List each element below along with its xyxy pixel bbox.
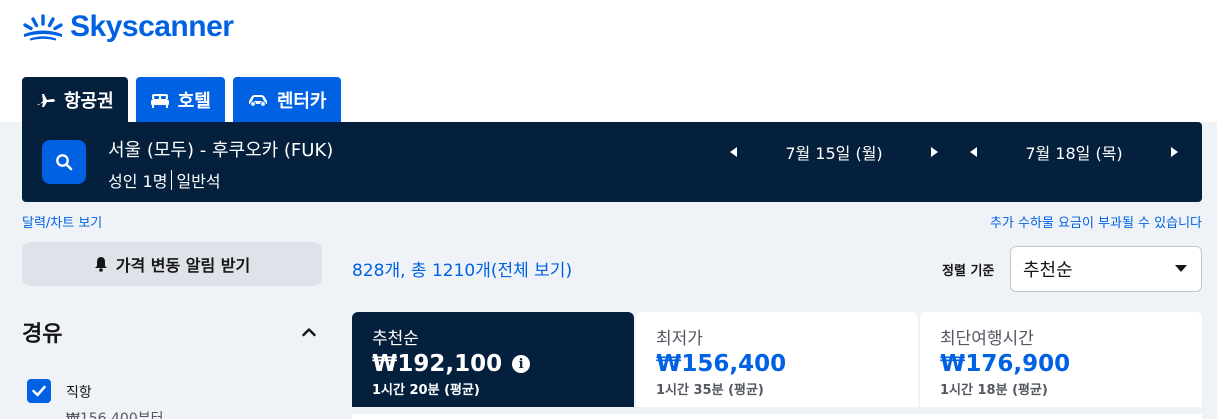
price-value: ₩176,900	[940, 351, 1071, 377]
direct-flights-label[interactable]: 직항	[66, 382, 92, 402]
return-date[interactable]: 7월 18일 (목)	[986, 140, 1162, 164]
bell-icon	[94, 257, 107, 272]
triangle-right-icon	[1171, 147, 1178, 157]
plane-icon	[37, 93, 55, 107]
next-return-date-button[interactable]	[1162, 140, 1186, 164]
price-alert-label: 가격 변동 알림 받기	[115, 256, 251, 275]
tab-label: 렌터카	[276, 90, 327, 112]
triangle-left-icon	[970, 147, 977, 157]
route-summary[interactable]: 서울 (모두) - 후쿠오카 (FUK)	[108, 136, 333, 162]
chevron-up-icon	[302, 328, 316, 337]
site-header: Skyscanner 항공권 호텔 렌터카	[0, 0, 1217, 122]
sort-selected-value: 추천순	[1023, 260, 1073, 281]
prev-return-date-button[interactable]	[962, 140, 986, 164]
divider	[171, 170, 173, 190]
info-icon[interactable]: i	[512, 355, 531, 373]
stops-filter-title: 경유	[22, 322, 63, 347]
sort-card-duration: 1시간 35분 (평균)	[656, 383, 764, 398]
vertical-tabs: 항공권 호텔 렌터카	[22, 77, 341, 122]
calendar-chart-link[interactable]: 달력/차트 보기	[22, 212, 102, 231]
car-icon	[248, 94, 267, 107]
bed-icon	[150, 93, 169, 108]
passenger-count: 성인 1명	[108, 172, 168, 191]
sort-card-duration: 1시간 20분 (평균)	[372, 383, 480, 398]
baggage-fees-link[interactable]: 추가 수하물 요금이 부과될 수 있습니다	[990, 212, 1202, 231]
tab-hotels[interactable]: 호텔	[135, 77, 225, 122]
next-depart-date-button[interactable]	[922, 140, 946, 164]
sort-card-cheapest[interactable]: 최저가 ₩156,400 1시간 35분 (평균)	[636, 312, 918, 407]
sort-card-price: ₩176,900	[940, 351, 1182, 377]
return-date-nav: 7월 18일 (목)	[962, 140, 1186, 164]
tab-flights[interactable]: 항공권	[22, 77, 128, 122]
collapse-stops-filter-button[interactable]	[302, 322, 316, 341]
tab-car-hire[interactable]: 렌터카	[232, 77, 341, 122]
sort-label: 정렬 기준	[942, 264, 995, 279]
skyscanner-logo[interactable]: Skyscanner	[22, 10, 234, 44]
sort-card-label: 추천순	[372, 329, 419, 349]
sort-card-price: ₩192,100 i	[372, 351, 614, 377]
price-value: ₩192,100	[372, 351, 503, 377]
sort-card-label: 최저가	[656, 329, 703, 349]
sort-card-price: ₩156,400	[656, 351, 898, 377]
prev-depart-date-button[interactable]	[722, 140, 746, 164]
cabin-class: 일반석	[176, 172, 221, 191]
direct-flights-checkbox[interactable]	[27, 379, 51, 403]
triangle-left-icon	[730, 147, 737, 157]
price-alert-button[interactable]: 가격 변동 알림 받기	[22, 242, 322, 286]
tab-label: 호텔	[177, 90, 211, 112]
results-page: 서울 (모두) - 후쿠오카 (FUK) 성인 1명 일반석 7월 15일 (월…	[0, 122, 1217, 419]
chevron-down-icon	[1175, 265, 1187, 272]
search-summary-bar: 서울 (모두) - 후쿠오카 (FUK) 성인 1명 일반석 7월 15일 (월…	[22, 122, 1202, 202]
sort-card-label: 최단여행시간	[940, 329, 1034, 349]
tab-label: 항공권	[64, 90, 114, 112]
price-value: ₩156,400	[656, 351, 787, 377]
sort-card-best[interactable]: 추천순 ₩192,100 i 1시간 20분 (평균)	[352, 312, 634, 407]
sort-card-fastest[interactable]: 최단여행시간 ₩176,900 1시간 18분 (평균)	[920, 312, 1202, 407]
checkmark-icon	[32, 385, 46, 397]
sort-card-duration: 1시간 18분 (평균)	[940, 383, 1048, 398]
results-count-link[interactable]: 828개, 총 1210개(전체 보기)	[352, 256, 572, 281]
brand-name: Skyscanner	[70, 10, 234, 43]
depart-date[interactable]: 7월 15일 (월)	[746, 140, 922, 164]
triangle-right-icon	[931, 147, 938, 157]
sunrise-logo-icon	[23, 14, 63, 41]
search-button[interactable]	[42, 140, 86, 184]
search-icon	[56, 154, 73, 171]
depart-date-nav: 7월 15일 (월)	[722, 140, 946, 164]
direct-flights-price: ₩156,400부터	[66, 411, 164, 419]
traveller-summary[interactable]: 성인 1명 일반석	[108, 168, 221, 192]
sort-dropdown[interactable]: 추천순	[1010, 246, 1202, 292]
result-card-peek	[352, 414, 1202, 419]
